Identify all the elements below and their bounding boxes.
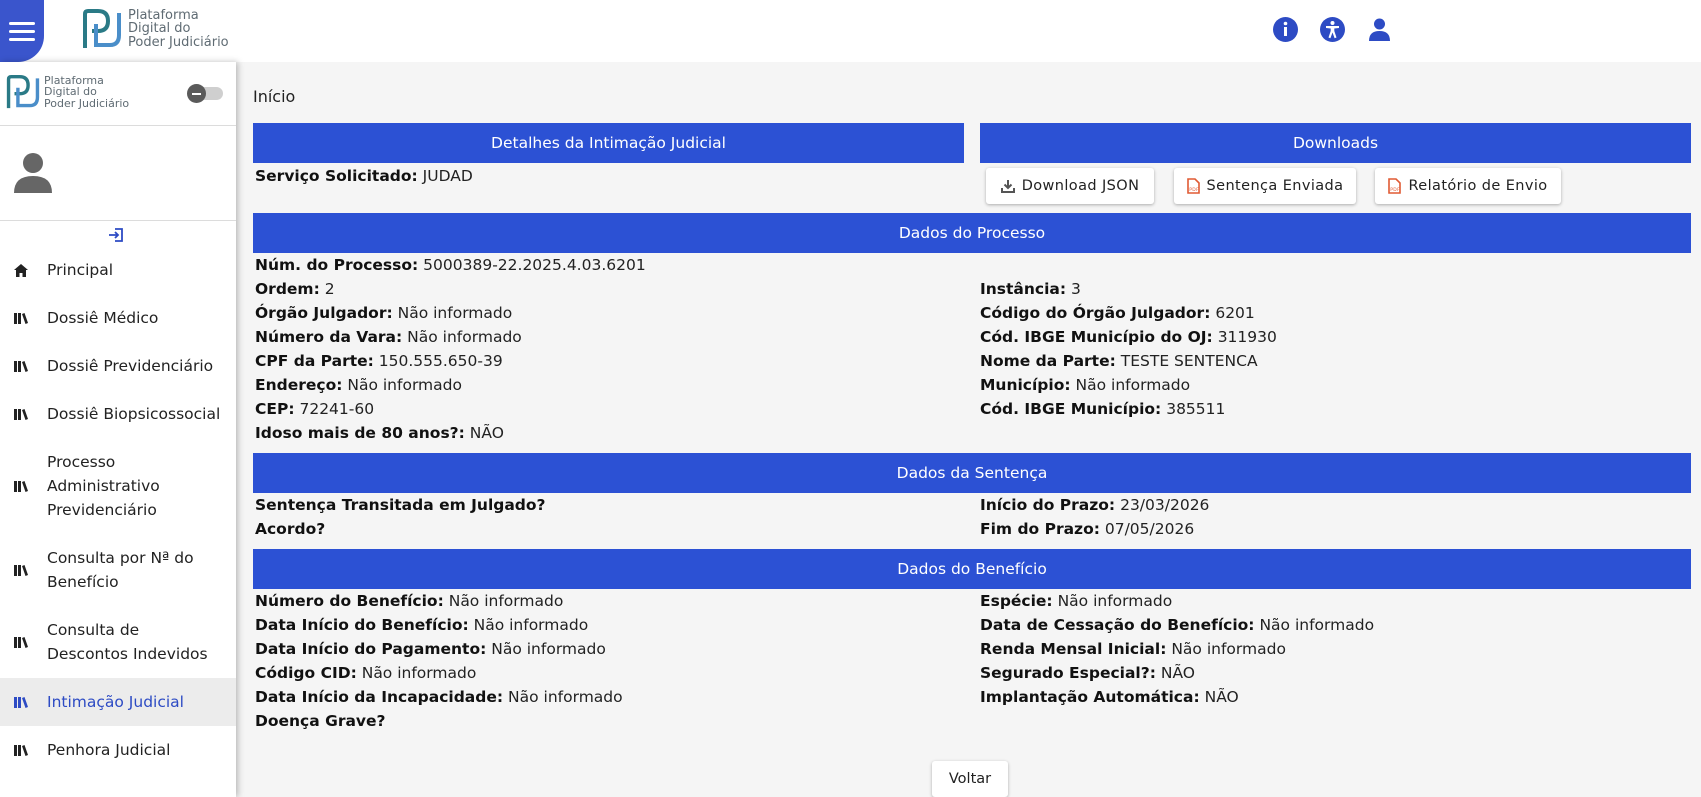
beneficio-field: Data de Cessação do Benefício: Não infor… <box>980 616 1375 634</box>
processo-field: Endereço: Não informado <box>255 376 462 394</box>
beneficio-field: Segurado Especial?: NÃO <box>980 664 1196 682</box>
library-icon <box>0 312 47 324</box>
processo-field: Órgão Julgador: Não informado <box>255 304 513 322</box>
download-icon <box>1000 180 1015 193</box>
processo-field: Município: Não informado <box>980 376 1191 394</box>
sidebar-item-consulta-beneficio[interactable]: Consulta por Nª do Benefício <box>0 534 236 606</box>
library-icon <box>0 360 47 372</box>
sidebar-item-dossie-previdenciario[interactable]: Dossiê Previdenciário <box>0 342 236 390</box>
menu-icon <box>9 37 35 41</box>
logo-text-line3: Poder Judiciário <box>44 96 130 110</box>
library-icon <box>0 480 47 492</box>
sidebar-item-label: Consulta por Nª do Benefício <box>47 549 194 591</box>
processo-field: Número da Vara: Não informado <box>255 328 522 346</box>
library-icon <box>0 636 47 648</box>
sentenca-field: Acordo? <box>255 520 326 538</box>
menu-button[interactable] <box>0 0 44 62</box>
beneficio-field: Data Início do Pagamento: Não informado <box>255 640 606 658</box>
processo-field: Ordem: 2 <box>255 280 335 298</box>
processo-field: Idoso mais de 80 anos?: NÃO <box>255 424 504 442</box>
breadcrumb[interactable]: Início <box>253 87 295 106</box>
sentenca-header: Dados da Sentença <box>253 453 1691 493</box>
top-bar: Plataforma Digital do Poder Judiciário <box>0 0 1701 62</box>
user-icon[interactable] <box>1367 17 1392 42</box>
sidebar-item-label: Dossiê Previdenciário <box>47 357 214 375</box>
sidebar-item-processo-administrativo[interactable]: Processo Administrativo Previdenciário <box>0 438 236 534</box>
sidebar: Plataforma Digital do Poder Judiciário P… <box>0 62 236 797</box>
beneficio-field: Implantação Automática: NÃO <box>980 688 1239 706</box>
sentenca-enviada-button[interactable]: PDF Sentença Enviada <box>1174 168 1356 204</box>
beneficio-header: Dados do Benefício <box>253 549 1691 589</box>
sidebar-item-dossie-medico[interactable]: Dossiê Médico <box>0 294 236 342</box>
svg-text:PDF: PDF <box>1391 187 1401 193</box>
sidebar-item-penhora-judicial[interactable]: Penhora Judicial <box>0 726 236 774</box>
library-icon <box>0 408 47 420</box>
toggle-knob <box>187 84 206 103</box>
sidebar-item-label: Dossiê Biopsicossocial <box>47 405 221 423</box>
processo-field: Código do Órgão Julgador: 6201 <box>980 304 1255 322</box>
divider <box>0 220 236 221</box>
sidebar-nav: Principal Dossiê Médico Dossiê Previdenc… <box>0 246 236 774</box>
beneficio-field: Data Início do Benefício: Não informado <box>255 616 589 634</box>
sidebar-item-label: Intimação Judicial <box>47 693 184 711</box>
beneficio-field: Doença Grave? <box>255 712 386 730</box>
menu-icon <box>9 21 35 25</box>
sidebar-item-label: Penhora Judicial <box>47 741 171 759</box>
sidebar-item-principal[interactable]: Principal <box>0 246 236 294</box>
sidebar-item-consulta-descontos[interactable]: Consulta de Descontos Indevidos <box>0 606 236 678</box>
logo-text-line3: Poder Judiciário <box>128 34 229 50</box>
beneficio-field: Espécie: Não informado <box>980 592 1173 610</box>
beneficio-field: Número do Benefício: Não informado <box>255 592 564 610</box>
sidebar-item-label: Processo Administrativo Previdenciário <box>47 453 160 519</box>
processo-field: CEP: 72241-60 <box>255 400 375 418</box>
pdf-icon: PDF <box>1388 178 1402 194</box>
processo-field: Instância: 3 <box>980 280 1081 298</box>
num-processo: Núm. do Processo: 5000389-22.2025.4.03.6… <box>255 256 646 274</box>
home-icon <box>0 263 47 277</box>
sidebar-item-label: Consulta de Descontos Indevidos <box>47 621 208 663</box>
beneficio-field: Código CID: Não informado <box>255 664 477 682</box>
beneficio-field: Data Início da Incapacidade: Não informa… <box>255 688 623 706</box>
pdf-icon: PDF <box>1186 178 1200 194</box>
sentenca-field: Fim do Prazo: 07/05/2026 <box>980 520 1195 538</box>
avatar-icon <box>13 152 53 198</box>
download-json-button[interactable]: Download JSON <box>986 168 1154 204</box>
sidebar-logo[interactable]: Plataforma Digital do Poder Judiciário <box>6 74 129 110</box>
pdpj-logo-icon <box>6 75 40 109</box>
servico-solicitado: Serviço Solicitado: JUDAD <box>255 167 473 185</box>
logo-text-line2: Digital do <box>128 21 191 37</box>
sidebar-item-intimacao-judicial[interactable]: Intimação Judicial <box>0 678 236 726</box>
downloads-header: Downloads <box>980 123 1691 163</box>
processo-field: Nome da Parte: TESTE SENTENCA <box>980 352 1258 370</box>
collapse-sidebar-icon[interactable] <box>108 227 124 247</box>
divider <box>0 125 236 126</box>
processo-field: Cód. IBGE Município: 385511 <box>980 400 1226 418</box>
voltar-button[interactable]: Voltar <box>932 761 1008 797</box>
sentenca-field: Início do Prazo: 23/03/2026 <box>980 496 1210 514</box>
sidebar-item-label: Dossiê Médico <box>47 309 159 327</box>
processo-header: Dados do Processo <box>253 213 1691 253</box>
beneficio-field: Renda Mensal Inicial: Não informado <box>980 640 1286 658</box>
menu-icon <box>9 29 35 33</box>
processo-field: Cód. IBGE Município do OJ: 311930 <box>980 328 1277 346</box>
theme-toggle[interactable] <box>187 84 223 103</box>
processo-field: CPF da Parte: 150.555.650-39 <box>255 352 503 370</box>
sentenca-field: Sentença Transitada em Julgado? <box>255 496 546 514</box>
info-icon[interactable] <box>1273 17 1298 42</box>
logo-text-line1: Plataforma <box>128 7 199 23</box>
app-logo[interactable]: Plataforma Digital do Poder Judiciário <box>82 8 229 50</box>
relatorio-envio-button[interactable]: PDF Relatório de Envio <box>1375 168 1561 204</box>
detalhes-header: Detalhes da Intimação Judicial <box>253 123 964 163</box>
library-icon <box>0 696 47 708</box>
library-icon <box>0 564 47 576</box>
sidebar-item-label: Principal <box>47 261 114 279</box>
accessibility-icon[interactable] <box>1320 17 1345 42</box>
library-icon <box>0 744 47 756</box>
svg-text:PDF: PDF <box>1189 187 1199 193</box>
sidebar-item-dossie-biopsicossocial[interactable]: Dossiê Biopsicossocial <box>0 390 236 438</box>
pdpj-logo-icon <box>83 9 121 48</box>
